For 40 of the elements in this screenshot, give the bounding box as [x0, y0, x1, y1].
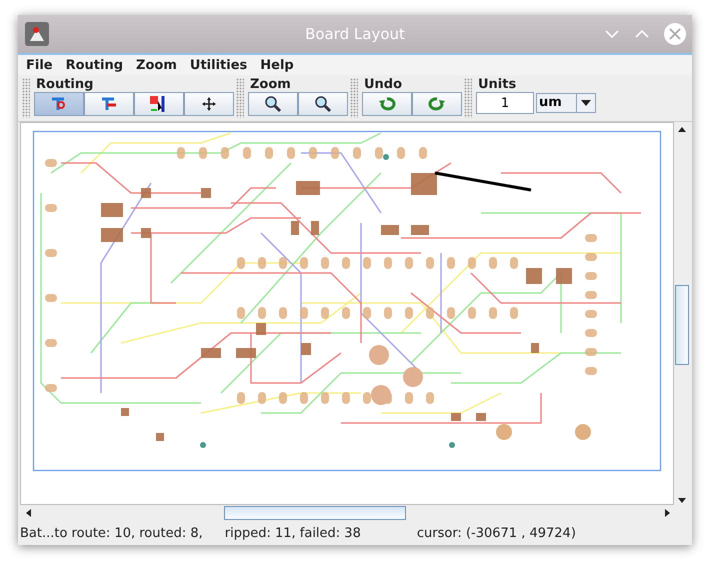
toolbar-group-title: Routing: [35, 77, 94, 92]
toolbar-grip[interactable]: [350, 78, 358, 118]
close-icon[interactable]: [664, 23, 686, 45]
units-input-field[interactable]: 1: [476, 92, 534, 114]
toolbar-group-title: Undo: [363, 77, 404, 92]
toolbar-button[interactable]: [134, 92, 184, 116]
caret-icon: [581, 100, 591, 106]
maximize-icon[interactable]: [634, 29, 650, 39]
toolbar-button[interactable]: [184, 92, 234, 116]
menu-item[interactable]: Help: [260, 58, 294, 72]
status-text: Bat...to route: 10, routed: 8,: [20, 526, 203, 540]
magnifier-icon: [314, 95, 332, 113]
undo-arrow-icon: [378, 96, 396, 112]
magnifier-icon: [264, 95, 282, 113]
menu-item[interactable]: Zoom: [136, 58, 177, 72]
trace-icon: [100, 96, 118, 112]
scrollbar-thumb[interactable]: [224, 506, 406, 520]
redo-arrow-icon: [428, 96, 446, 112]
toolbar-grip[interactable]: [464, 78, 472, 118]
scroll-up-icon[interactable]: [677, 125, 687, 133]
scroll-down-icon[interactable]: [677, 497, 687, 505]
unit-dropdown[interactable]: um: [536, 93, 596, 113]
toolbar-button[interactable]: [248, 92, 298, 116]
scroll-left-icon[interactable]: [24, 508, 32, 518]
scrollbar-thumb[interactable]: [675, 285, 689, 365]
route-icon: [50, 96, 68, 112]
status-text: cursor: (-30671 , 49724): [416, 526, 576, 540]
minimize-icon[interactable]: [604, 29, 620, 39]
scroll-right-icon[interactable]: [664, 508, 672, 518]
menu-item[interactable]: Routing: [66, 58, 124, 72]
menu-item[interactable]: Utilities: [190, 58, 248, 72]
toolbar-group-title: Units: [477, 77, 518, 92]
status-text: ripped: 11, failed: 38: [224, 526, 361, 540]
toolbar-button[interactable]: [298, 92, 348, 116]
window-title: Board Layout: [305, 25, 405, 43]
toolbar-grip[interactable]: [236, 78, 244, 118]
move-icon: [201, 96, 217, 112]
menu-item[interactable]: File: [26, 58, 53, 72]
toolbar-grip[interactable]: [22, 78, 30, 118]
toolbar-group-title: Zoom: [249, 77, 292, 92]
